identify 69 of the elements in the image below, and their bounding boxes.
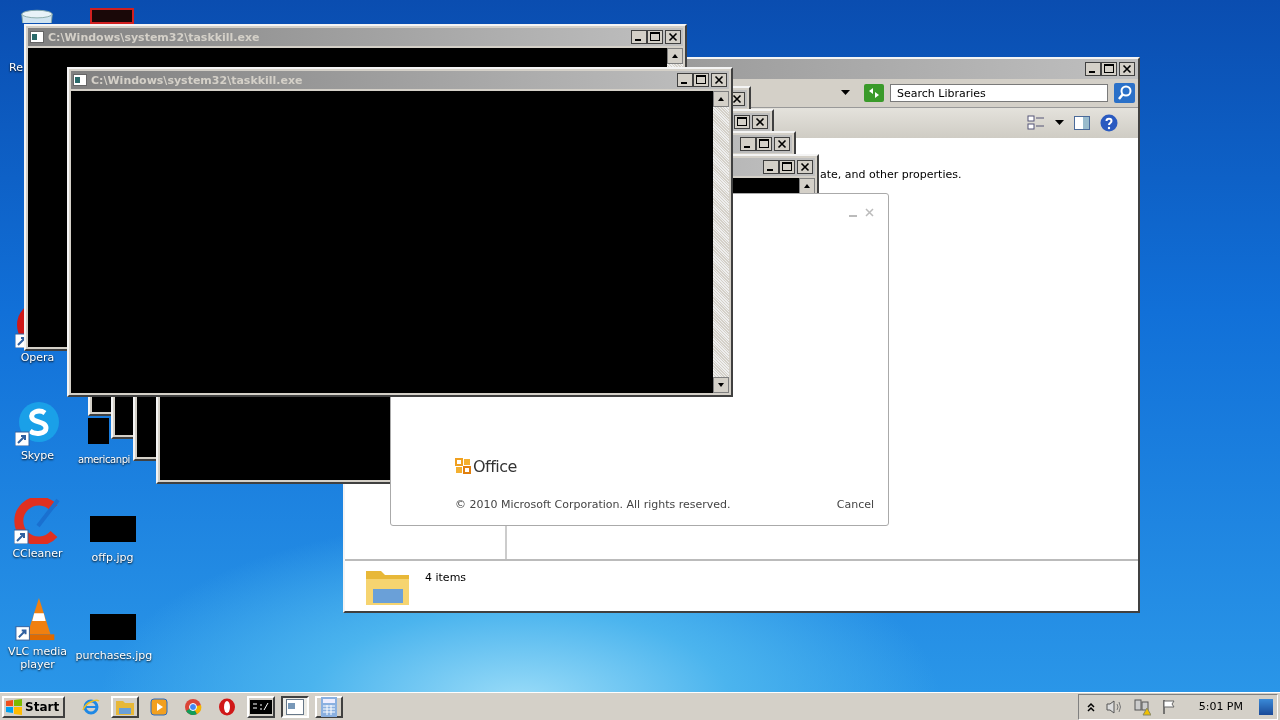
network-warning-icon[interactable] (1132, 697, 1151, 716)
window-title: C:\Windows\system32\taskkill.exe (48, 30, 260, 44)
maximize-button[interactable] (647, 30, 663, 44)
icon-label: purchases.jpg (75, 649, 150, 662)
close-button[interactable] (1119, 62, 1135, 76)
opera-icon (218, 697, 237, 716)
copyright-notice: © 2010 Microsoft Corporation. All rights reserved. (455, 498, 731, 511)
minimize-button[interactable] (740, 137, 756, 151)
maximize-button[interactable] (733, 114, 750, 129)
office-logo-text: Office (473, 457, 517, 476)
scroll-up-button[interactable] (798, 177, 815, 194)
close-button[interactable] (711, 73, 727, 87)
console-icon (73, 74, 87, 86)
speaker-icon[interactable] (1104, 698, 1123, 715)
icon-label: Re (8, 61, 23, 74)
close-button[interactable] (665, 30, 681, 44)
close-button[interactable] (796, 159, 813, 174)
image-file-icon[interactable] (89, 614, 136, 640)
taskbar-button[interactable] (281, 695, 310, 718)
search-field[interactable]: Search Libraries (890, 84, 1108, 102)
scroll-down-button[interactable] (713, 377, 729, 393)
skype-icon[interactable] (14, 400, 61, 446)
scrollbar[interactable] (713, 91, 729, 393)
help-icon[interactable] (1100, 114, 1118, 132)
icon-label: Opera (19, 351, 56, 364)
close-button[interactable] (774, 137, 790, 151)
preview-pane-icon[interactable] (1074, 116, 1090, 130)
view-options-icon[interactable] (1027, 115, 1045, 131)
scroll-up-button[interactable] (667, 48, 683, 64)
clock[interactable]: 5:01 PM (1198, 700, 1243, 713)
dropdown-arrow-icon[interactable] (1055, 120, 1064, 126)
start-button[interactable]: Start (2, 695, 66, 718)
console-icon (30, 31, 44, 43)
image-file-icon[interactable] (90, 8, 134, 24)
play-icon (150, 697, 169, 716)
dropdown-arrow-icon[interactable] (841, 90, 850, 96)
minimize-button[interactable] (677, 73, 693, 87)
windows-logo-icon (5, 697, 23, 716)
icon-label: CCleaner (11, 547, 64, 560)
icon-label: Skype (19, 449, 56, 462)
cancel-button[interactable]: Cancel (836, 498, 874, 511)
chrome-icon (184, 697, 203, 716)
icon-label: VLC media player (6, 645, 69, 671)
show-desktop-button[interactable] (1259, 698, 1273, 715)
close-button[interactable] (751, 114, 768, 129)
window-icon (286, 698, 305, 715)
image-file-icon[interactable] (89, 516, 136, 542)
e-logo-icon (82, 697, 101, 716)
maximize-button[interactable] (693, 73, 709, 87)
calculator-icon (321, 696, 338, 717)
minimize-button[interactable] (631, 30, 647, 44)
maximize-button[interactable] (1101, 62, 1117, 76)
item-count: 4 items (425, 571, 467, 584)
console-icon (250, 699, 273, 714)
office-logo-icon (455, 458, 472, 475)
scroll-up-button[interactable] (713, 91, 729, 107)
minimize-button[interactable] (1085, 62, 1101, 76)
icon-label: americanpi (78, 453, 130, 466)
flag-icon[interactable] (1160, 698, 1177, 715)
library-description: ate, and other properties. (820, 168, 962, 181)
maximize-button[interactable] (756, 137, 772, 151)
maximize-button[interactable] (778, 159, 795, 174)
minimize-button[interactable] (762, 159, 779, 174)
search-icon[interactable] (1114, 83, 1135, 103)
ccleaner-icon[interactable] (13, 498, 62, 544)
icon-label: offp.jpg (90, 551, 135, 564)
show-hidden-icons-icon[interactable] (1086, 701, 1095, 712)
refresh-icon[interactable] (864, 84, 884, 102)
window-title: C:\Windows\system32\taskkill.exe (91, 73, 303, 87)
